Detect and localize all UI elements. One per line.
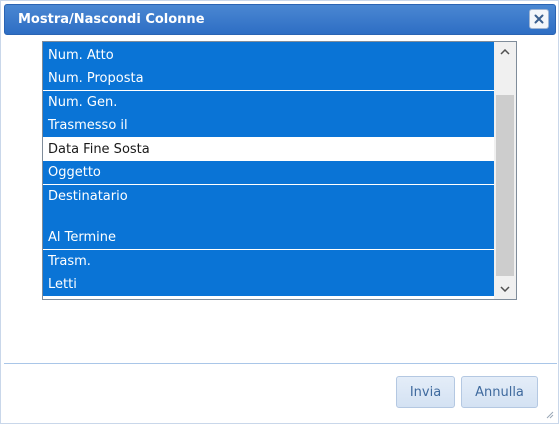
chevron-down-icon	[500, 286, 510, 292]
resize-grip-icon[interactable]	[546, 411, 554, 419]
list-item-trasmesso-il[interactable]: Trasmesso il	[43, 114, 494, 137]
list-item-num-atto[interactable]: Num. Atto	[43, 44, 494, 67]
columns-list: Num. Atto Num. Proposta Num. Gen. Trasme…	[43, 42, 494, 299]
send-button[interactable]: Invia	[396, 376, 455, 408]
list-item-letti[interactable]: Letti	[43, 273, 494, 296]
scroll-down-button[interactable]	[494, 279, 516, 299]
list-scrollbar[interactable]	[494, 42, 516, 299]
list-item-oggetto[interactable]: Oggetto	[43, 161, 494, 184]
scroll-up-button[interactable]	[494, 42, 516, 62]
chevron-up-icon	[500, 49, 510, 55]
list-top-band	[43, 42, 494, 44]
dialog-titlebar[interactable]: Mostra/Nascondi Colonne	[4, 4, 556, 35]
footer-divider	[4, 363, 557, 364]
close-button[interactable]	[529, 9, 549, 29]
list-item-num-proposta[interactable]: Num. Proposta	[43, 67, 494, 90]
list-item-empty[interactable]	[43, 208, 494, 226]
column-visibility-dialog: Mostra/Nascondi Colonne Num. Atto Num. P…	[0, 0, 559, 424]
list-item-al-termine[interactable]: Al Termine	[43, 226, 494, 249]
scroll-thumb[interactable]	[496, 95, 514, 276]
dialog-title: Mostra/Nascondi Colonne	[18, 12, 205, 27]
list-item-data-fine-sosta[interactable]: Data Fine Sosta	[43, 138, 494, 161]
close-x-icon	[534, 14, 544, 24]
list-item-trasm[interactable]: Trasm.	[43, 250, 494, 273]
list-item-num-gen[interactable]: Num. Gen.	[43, 91, 494, 114]
cancel-button[interactable]: Annulla	[461, 376, 538, 408]
list-item-destinatario[interactable]: Destinatario	[43, 185, 494, 208]
columns-listbox[interactable]: Num. Atto Num. Proposta Num. Gen. Trasme…	[42, 41, 517, 300]
